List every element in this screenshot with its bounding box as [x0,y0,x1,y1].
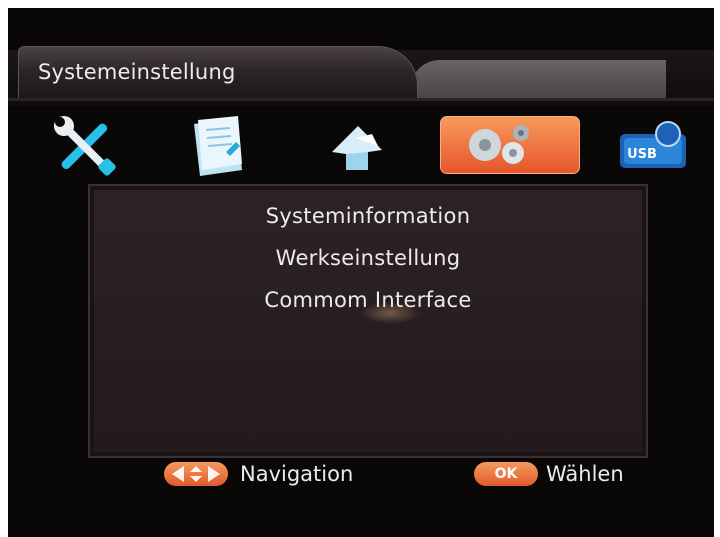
category-documents[interactable] [180,112,260,180]
usb-icon: USB [620,121,686,168]
category-image[interactable] [316,112,396,180]
navigation-hint-label: Navigation [240,462,354,486]
tools-icon [54,116,116,176]
image-icon [332,126,382,170]
ok-key-icon: OK [474,462,538,486]
system-gears-icon [469,125,529,164]
page-title: Systemeinstellung [38,60,236,84]
category-icon-row: USB [8,112,714,188]
select-hint-label: Wählen [546,462,624,486]
screen-glare [360,302,420,324]
usb-badge-text: USB [627,147,657,162]
category-usb[interactable]: USB [612,112,692,180]
navigation-key-icon [164,462,228,486]
tv-screen: Systemeinstellung USB Systeminformation … [8,8,714,537]
header-right-tab [410,60,666,98]
category-system-settings[interactable] [440,116,580,174]
menu-panel: Systeminformation Werkseinstellung Commo… [88,184,648,458]
category-tools[interactable] [44,112,124,180]
menu-item-werkseinstellung[interactable]: Werkseinstellung [90,246,646,270]
documents-icon [194,116,242,176]
footer-hints: Navigation OK Wählen [8,456,714,496]
header-divider [8,98,714,101]
menu-item-systeminformation[interactable]: Systeminformation [90,204,646,228]
